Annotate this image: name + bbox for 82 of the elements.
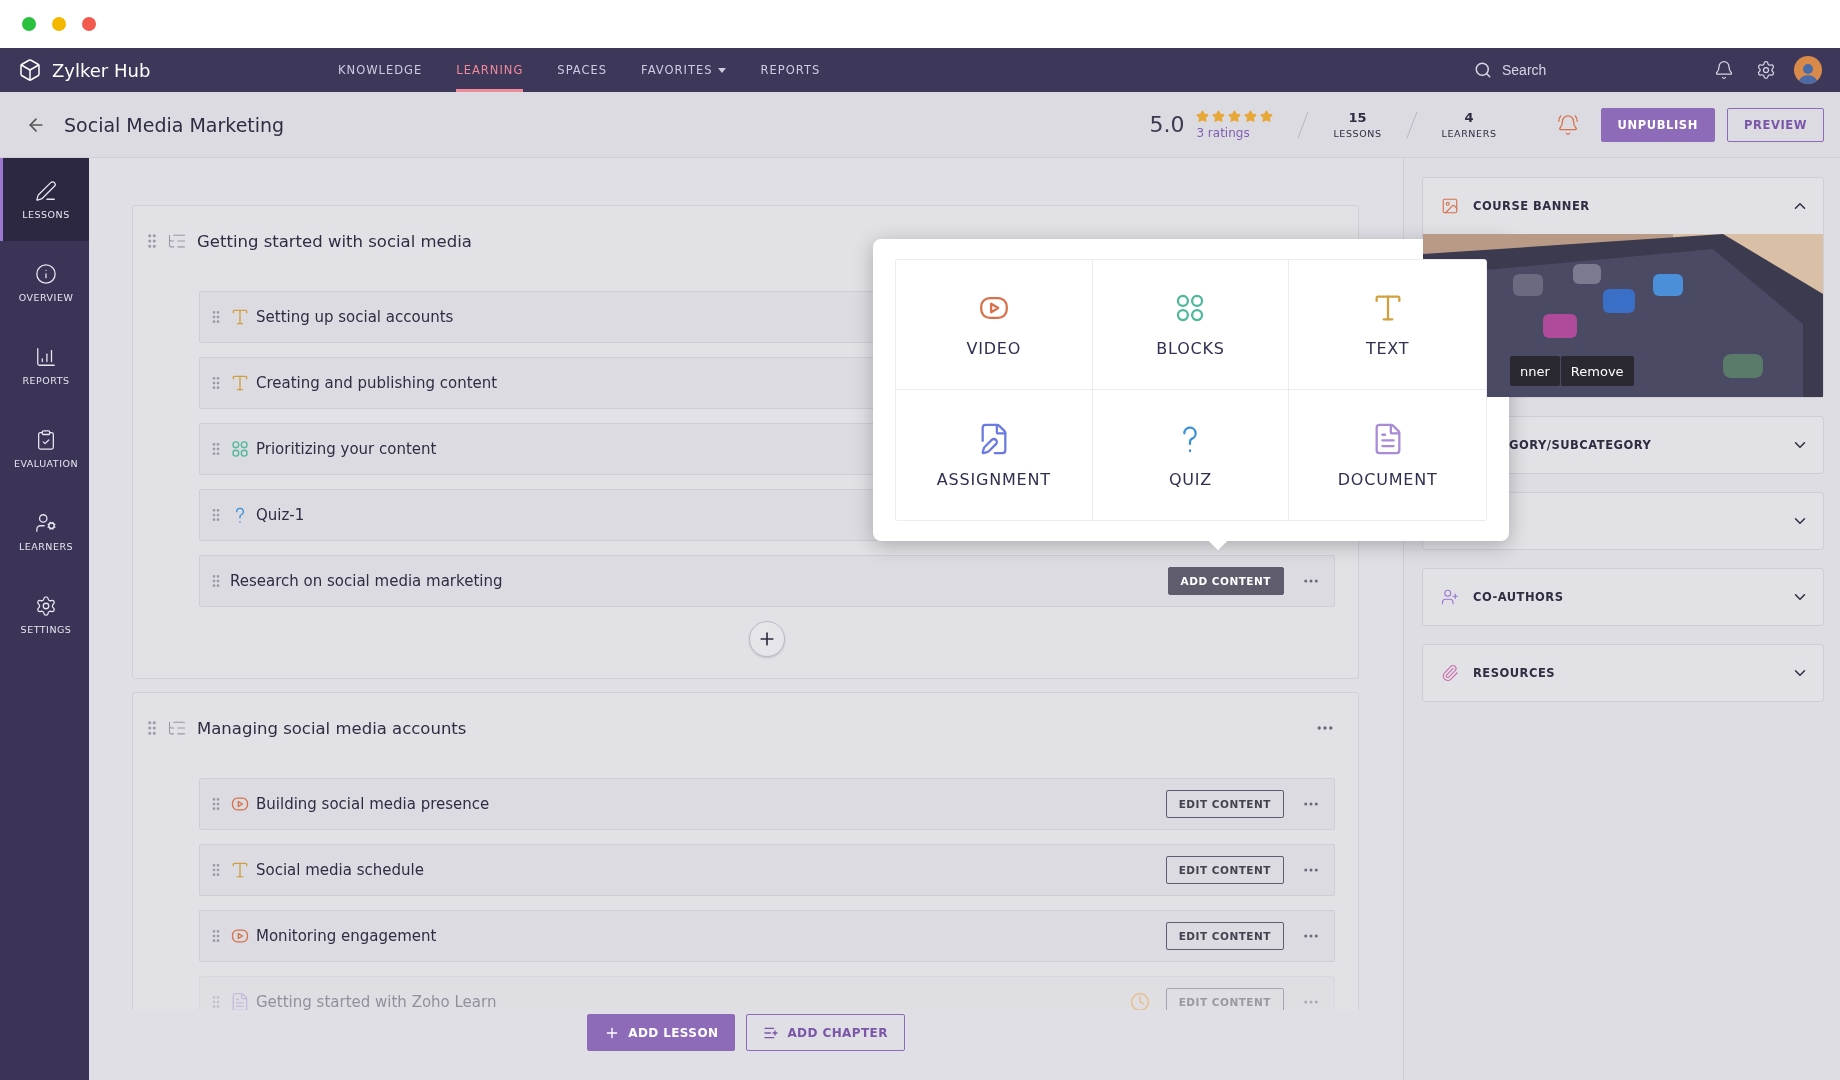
lesson-title: Quiz-1: [256, 506, 305, 524]
info-icon: [35, 262, 57, 285]
settings-icon[interactable]: [1756, 60, 1776, 80]
chapter-title: Getting started with social media: [197, 231, 472, 251]
nav-tab[interactable]: SPACES: [557, 48, 608, 92]
brand-name: Zylker Hub: [52, 59, 152, 81]
text-icon: [230, 307, 250, 327]
lesson-row[interactable]: Social media schedule EDIT CONTENT: [199, 844, 1335, 896]
search-field[interactable]: Search: [1500, 61, 1650, 79]
edit-content-button[interactable]: EDIT CONTENT: [1165, 922, 1284, 950]
content-type-option[interactable]: VIDEO: [896, 260, 1093, 390]
bell-icon[interactable]: [1714, 60, 1734, 80]
ratings-count[interactable]: 3 ratings: [1196, 125, 1274, 140]
add-chapter-button[interactable]: ADD CHAPTER: [746, 1014, 905, 1051]
text-icon: [230, 860, 250, 880]
section-title: GORY/SUBCATEGORY: [1509, 438, 1652, 452]
course-title: Social Media Marketing: [64, 113, 285, 136]
image-icon: [1441, 197, 1459, 215]
pencil-icon: [35, 179, 57, 202]
stat-label: LESSONS: [1333, 128, 1382, 139]
window-close-control[interactable]: [82, 17, 96, 31]
separator-line: [1297, 110, 1310, 139]
lesson-title: Research on social media marketing: [230, 572, 503, 590]
edit-content-button[interactable]: EDIT CONTENT: [1165, 856, 1284, 884]
content-type-option[interactable]: TEXT: [1289, 260, 1486, 390]
star-icon: [1196, 109, 1210, 123]
lesson-title: Getting started with Zoho Learn: [256, 993, 497, 1010]
banner-button[interactable]: nner: [1510, 356, 1560, 386]
lesson-title: Monitoring engagement: [256, 927, 437, 945]
add-icon[interactable]: [749, 621, 785, 657]
lesson-title: Building social media presence: [256, 795, 490, 813]
stat-label: LEARNERS: [1441, 128, 1497, 139]
lesson-row[interactable]: Building social media presence EDIT CONTENT: [199, 778, 1335, 830]
add-lesson-button[interactable]: ADD LESSON: [587, 1014, 736, 1051]
star-icon: [1228, 109, 1242, 123]
sidebar-item[interactable]: REPORTS: [0, 324, 89, 407]
content-type-option[interactable]: BLOCKS: [1092, 260, 1290, 390]
document-icon: [230, 992, 250, 1010]
avatar[interactable]: [1794, 56, 1822, 84]
window-minimize-control[interactable]: [52, 17, 66, 31]
nav-tab[interactable]: REPORTS: [760, 48, 821, 92]
banner-button[interactable]: Remove: [1560, 356, 1634, 386]
rating-value: 5.0: [1149, 112, 1185, 137]
lesson-title: Prioritizing your content: [256, 440, 437, 458]
sidebar-item[interactable]: EVALUATION: [0, 407, 89, 490]
section-title: CO-AUTHORS: [1473, 590, 1564, 604]
lesson-title: Setting up social accounts: [256, 308, 454, 326]
stat-value: 4: [1464, 110, 1474, 125]
cube-icon: [18, 58, 42, 82]
settings-icon: [35, 594, 57, 617]
edit-content-button[interactable]: EDIT CONTENT: [1165, 790, 1284, 818]
star-icon: [1260, 109, 1274, 123]
user-plus-icon: [1441, 588, 1459, 606]
nav-tab[interactable]: KNOWLEDGE: [338, 48, 423, 92]
nav-tab[interactable]: FAVORITES: [641, 48, 727, 92]
sidebar-item[interactable]: SETTINGS: [0, 573, 89, 656]
lesson-title: Social media schedule: [256, 861, 424, 879]
star-icon: [1244, 109, 1258, 123]
user-gear-icon: [35, 511, 57, 534]
section-title: RESOURCES: [1473, 666, 1556, 680]
lesson-row[interactable]: Monitoring engagement EDIT CONTENT: [199, 910, 1335, 962]
star-icon: [1212, 109, 1226, 123]
chart-icon: [35, 345, 57, 368]
chapter-title: Managing social media accounts: [197, 718, 467, 738]
lesson-title: Creating and publishing content: [256, 374, 498, 392]
section-title: COURSE BANNER: [1473, 199, 1590, 213]
preview-button[interactable]: PREVIEW: [1726, 107, 1824, 142]
sidebar-item[interactable]: LESSONS: [0, 158, 89, 241]
add-content-button[interactable]: ADD CONTENT: [1167, 567, 1284, 595]
clipboard-icon: [35, 428, 57, 451]
unpublish-button[interactable]: UNPUBLISH: [1600, 107, 1715, 142]
text-icon: [230, 373, 250, 393]
lesson-row[interactable]: Research on social media marketing ADD CONTENT: [199, 555, 1335, 607]
blocks-icon: [230, 439, 250, 459]
sidebar-item[interactable]: OVERVIEW: [0, 241, 89, 324]
sidebar-item[interactable]: LEARNERS: [0, 490, 89, 573]
window-zoom-control[interactable]: [22, 17, 36, 31]
paperclip-icon: [1441, 664, 1459, 682]
stat-value: 15: [1348, 110, 1367, 125]
content-type-option[interactable]: ASSIGNMENT: [896, 390, 1093, 520]
search-icon: [1474, 61, 1492, 79]
separator-line: [1405, 110, 1418, 139]
